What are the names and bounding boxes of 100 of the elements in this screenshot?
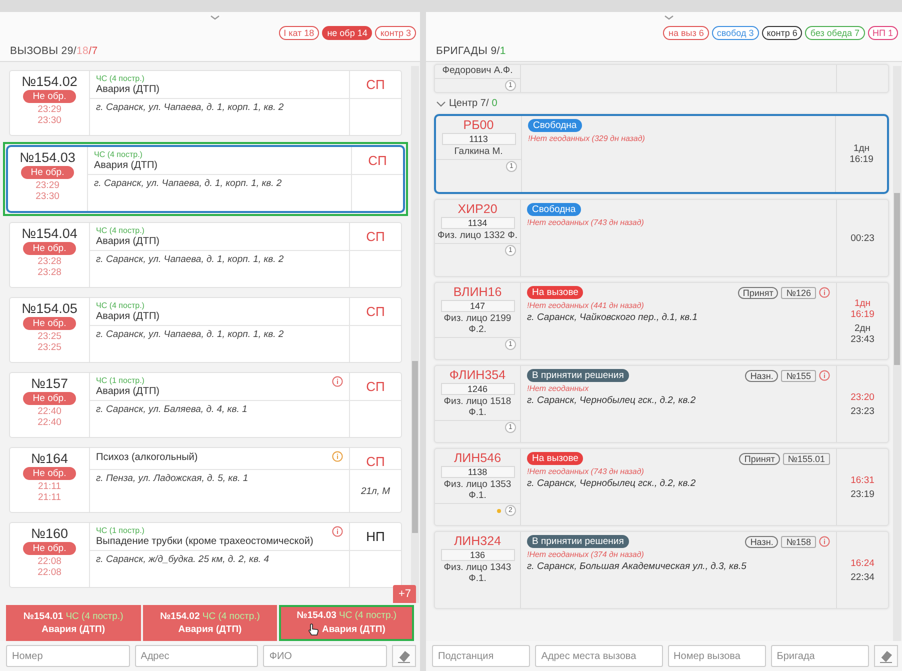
geodata-note: !Нет геоданных (743 дн назад)	[527, 218, 645, 227]
team-address: г. Саранск, Чернобылец гск., д.2, кв.2	[527, 395, 697, 406]
call-category: ЧС (4 постр.)	[96, 74, 146, 83]
call-number-tag: №126	[781, 286, 816, 298]
call-time: 22:40	[38, 417, 62, 428]
priority-label: НП	[366, 529, 385, 546]
state-tag: Принят	[738, 286, 778, 298]
call-time: 23:30	[38, 115, 62, 126]
search-field[interactable]: Адрес места вызова	[535, 645, 663, 667]
call-number: №154.04	[22, 226, 78, 241]
crew-name: Физ. лицо 1332 Ф.	[436, 230, 518, 241]
geodata-note: !Нет геоданных (329 дн назад)	[528, 134, 646, 143]
state-tag: Принят	[739, 452, 780, 464]
filter-chip[interactable]: контр 6	[762, 26, 802, 40]
team-code: ВЛИН16	[453, 285, 502, 299]
search-field[interactable]: Номер	[6, 645, 130, 667]
filter-chip[interactable]: НП 1	[868, 26, 898, 40]
team-code: ФЛИН354	[449, 368, 506, 382]
geodata-note: !Нет геоданных (441 дн назад)	[527, 301, 645, 310]
team-time: 2дн 23:43	[850, 322, 874, 344]
call-number: №154.03	[20, 150, 76, 165]
chevron-down-icon	[664, 15, 674, 20]
call-number-tag: №155.01	[782, 452, 830, 464]
priority-label: СП	[368, 153, 387, 170]
call-reason: Авария (ДТП)	[96, 386, 160, 397]
call-address: г. Саранск, ул. Чапаева, д. 1, корп. 1, кв. 2	[96, 329, 284, 340]
team-time: 16:24	[850, 558, 874, 568]
search-field[interactable]: Бригада	[770, 645, 869, 667]
status-badge: В принятии решения	[527, 535, 629, 548]
call-time: 23:30	[36, 191, 60, 202]
call-time: 23:29	[38, 104, 62, 115]
call-card[interactable]: №160 Не обр. 22:08 22:08 ЧС (1 постр.) Выпадение трубки (кроме трахеостомической) НП г. Саранск, ж/д_будка. 25 км, д. 2, кв. 4	[9, 522, 402, 588]
priority-label: СП	[366, 229, 385, 246]
group-toggle[interactable]: Центр 7/ 0	[434, 98, 500, 109]
call-address: г. Саранск, ул. Чапаева, д. 1, корп. 1, кв. 2	[96, 102, 284, 113]
team-time: 23:23	[850, 406, 874, 416]
call-category: ЧС (4 постр.)	[96, 301, 146, 310]
scrollbar[interactable]	[411, 66, 419, 603]
call-address: г. Саранск, ул. Чапаева, д. 1, корп. 1, кв. 2	[96, 254, 284, 265]
team-card[interactable]: ЛИН324 136 Физ. лицо 1343 Ф.1. В принятии решения Назн. №158 !Нет геоданных (374 дн назад) г. Саранск, Большая Академическая ул., д.3, кв.5 16:24 22:34	[434, 531, 889, 609]
call-number: №164	[30, 451, 68, 466]
unit-number: 147	[440, 300, 514, 312]
unit-number: 1113	[442, 133, 516, 145]
call-category: ЧС (4 постр.)	[94, 150, 144, 159]
search-field[interactable]: Номер вызова	[668, 645, 766, 667]
filter-chip[interactable]: I кат 18	[278, 26, 320, 40]
call-card[interactable]: №164 Не обр. 21:11 21:11 Психоз (алкогольный) СП г. Пенза, ул. Ладожская, д. 5, кв. 1 21л, М	[9, 447, 402, 513]
call-reason: Авария (ДТП)	[96, 311, 160, 322]
search-field[interactable]: ФИО	[263, 645, 388, 667]
call-reason: Авария (ДТП)	[96, 84, 160, 95]
call-card[interactable]: №154.05 Не обр. 23:25 23:25 ЧС (4 постр.) Авария (ДТП) СП г. Саранск, ул. Чапаева, д. 1, корп. 1, кв. 2	[9, 297, 402, 363]
team-code: ЛИН324	[454, 534, 502, 548]
priority-label: СП	[366, 304, 385, 321]
call-card[interactable]: №154.02 Не обр. 23:29 23:30 ЧС (4 постр.) Авария (ДТП) СП г. Саранск, ул. Чапаева, д. 1, корп. 1, кв. 2	[9, 70, 402, 136]
clear-filters-button[interactable]	[392, 645, 416, 667]
team-address: г. Саранск, Чайковского пер., д.1, кв.1	[527, 312, 699, 323]
filter-chip[interactable]: контр 3	[375, 26, 416, 40]
call-card[interactable]: №154.04 Не обр. 23:28 23:28 ЧС (4 постр.) Авария (ДТП) СП г. Саранск, ул. Чапаева, д. 1, корп. 1, кв. 2	[9, 222, 402, 288]
crew-name: Физ. лицо 1518 Ф.1.	[442, 396, 512, 418]
filter-chip[interactable]: не обр 14	[322, 26, 372, 40]
call-category: ЧС (1 постр.)	[96, 526, 146, 535]
call-reason: Авария (ДТП)	[94, 160, 158, 171]
call-time: 21:11	[38, 492, 62, 503]
call-card[interactable]: №154.03 Не обр. 23:29 23:30 ЧС (4 постр.) Авария (ДТП) СП г. Саранск, ул. Чапаева, д. 1, корп. 1, кв. 2	[6, 145, 405, 213]
status-badge: Не обр.	[20, 166, 74, 179]
call-number-tag: №155	[781, 370, 816, 382]
team-time: 00:23	[850, 232, 874, 244]
call-reason: Выпадение трубки (кроме трахеостомической)	[96, 536, 314, 547]
team-code: ЛИН546	[454, 451, 502, 465]
filter-chip[interactable]: на выз 6	[663, 26, 709, 40]
crew-name: Физ. лицо 1353 Ф.1.	[442, 479, 512, 501]
geodata-note: !Нет геоданных (374 дн назад)	[527, 550, 645, 559]
call-address: г. Пенза, ул. Ладожская, д. 5, кв. 1	[96, 473, 248, 484]
scrollbar[interactable]	[893, 66, 901, 641]
team-address: г. Саранск, Чернобылец гск., д.2, кв.2	[527, 478, 697, 489]
team-time: 16:31	[850, 474, 874, 486]
geodata-note: !Нет геоданных	[527, 384, 590, 393]
call-number: №160	[30, 526, 68, 541]
call-reason: Авария (ДТП)	[96, 236, 160, 247]
team-code: ХИР20	[458, 202, 498, 216]
call-time: 22:08	[38, 556, 62, 567]
clear-filters-button[interactable]	[874, 645, 898, 667]
team-time: 1дн 16:19	[850, 143, 874, 165]
panel-title: БРИГАДЫ 9/1	[436, 45, 507, 57]
priority-label: СП	[366, 77, 385, 94]
status-badge: Не обр.	[22, 542, 76, 555]
call-time: 22:40	[38, 406, 62, 417]
geodata-note: !Нет геоданных (743 дн назад)	[527, 467, 645, 476]
search-field[interactable]: Адрес	[134, 645, 258, 667]
call-card[interactable]: №157 Не обр. 22:40 22:40 ЧС (1 постр.) Авария (ДТП) СП г. Саранск, ул. Баляева, д. 4, кв. 1	[9, 372, 402, 438]
status-badge: Не обр.	[22, 392, 76, 405]
priority-label: СП	[366, 379, 385, 396]
call-time: 21:11	[38, 481, 62, 492]
call-time: 23:28	[38, 256, 62, 267]
panel-title: ВЫЗОВЫ 29/18/7	[10, 45, 99, 57]
call-address: г. Саранск, ул. Чапаева, д. 1, корп. 1, кв. 2	[94, 178, 282, 189]
team-time: 23:19	[850, 488, 874, 500]
search-field[interactable]: Подстанция	[432, 645, 530, 667]
status-badge: Не обр.	[22, 317, 76, 330]
status-badge: Не обр.	[22, 90, 76, 103]
